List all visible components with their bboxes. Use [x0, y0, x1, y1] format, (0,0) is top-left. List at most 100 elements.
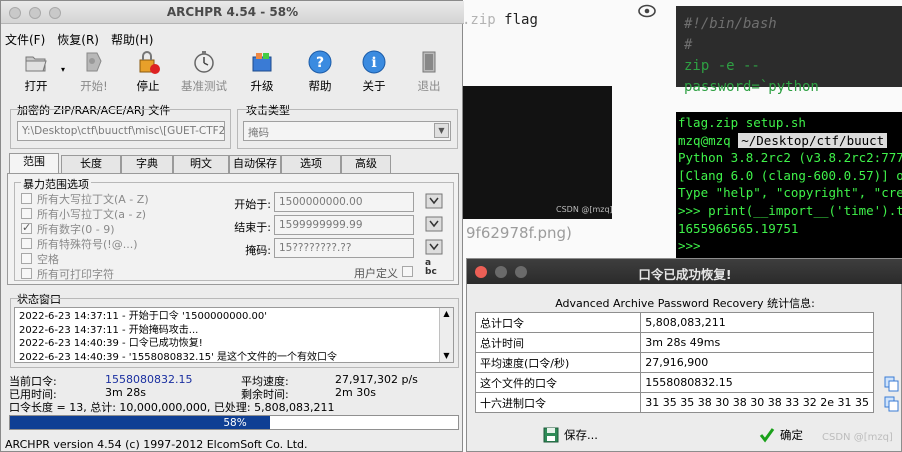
attack-type-select[interactable]: 掩码: [243, 121, 451, 141]
status-log[interactable]: 2022-6-23 14:37:11 - 开始于口令 '1500000000.0…: [14, 307, 454, 363]
tab-length[interactable]: 长度: [61, 155, 121, 173]
log-scrollbar[interactable]: ▲ ▼: [439, 308, 453, 362]
benchmark-icon: [194, 51, 214, 73]
charset-printable[interactable]: 所有可打印字符: [21, 266, 149, 281]
end-picker-icon[interactable]: [425, 216, 443, 232]
version-footer: ARCHPR version 4.54 (c) 1997-2012 ElcomS…: [5, 438, 308, 451]
user-defined-label: 用户定义: [354, 267, 398, 280]
svg-text:i: i: [371, 55, 376, 71]
chevron-down-icon[interactable]: ▼: [434, 123, 449, 138]
statistics-table: 总计口令 5,808,083,211 总计时间 3m 28s 49ms 平均速度(口…: [474, 312, 874, 413]
dialog-titlebar[interactable]: 口令已成功恢复!: [467, 259, 902, 284]
terminal-line: >>> print(__import__('time').t: [678, 202, 902, 218]
stat-value: 3m 28s 49ms: [640, 332, 874, 353]
menubar: 文件(F) 恢复(R) 帮助(H): [5, 31, 165, 48]
benchmark-button[interactable]: 基准测试: [179, 49, 229, 94]
tab-plaintext[interactable]: 明文: [173, 155, 229, 173]
terminal-prompt-line: mzq@mzq ~/Desktop/ctf/buuct: [678, 132, 900, 150]
table-row: 平均速度(口令/秒) 27,916,900: [474, 352, 874, 373]
help-button[interactable]: ? 帮助: [295, 49, 345, 94]
archpr-window: ARCHPR 4.54 - 58% 文件(F) 恢复(R) 帮助(H) 打开 ▾ 开…: [0, 0, 464, 452]
stat-value[interactable]: 1558080832.15: [640, 372, 874, 393]
upgrade-icon: [252, 53, 272, 72]
open-dropdown-arrow-icon[interactable]: ▾: [61, 65, 65, 74]
tab-range[interactable]: 范围: [9, 153, 59, 174]
charset-abc-icon[interactable]: a bc: [425, 259, 437, 277]
menu-help[interactable]: 帮助(H): [111, 33, 153, 47]
stop-button[interactable]: 停止: [123, 49, 173, 94]
save-button[interactable]: 保存...: [543, 427, 598, 443]
end-at-input[interactable]: 1599999999.99: [274, 215, 414, 235]
charset-special[interactable]: 所有特殊符号(!@...): [21, 236, 149, 251]
charset-space[interactable]: 空格: [21, 251, 149, 266]
about-button[interactable]: i 关于: [349, 49, 399, 94]
terminal-line: flag.zip setup.sh: [678, 115, 806, 130]
start-icon: [86, 52, 102, 72]
progress-bar: 58%: [9, 415, 459, 430]
start-button[interactable]: 开始!: [69, 49, 119, 94]
mask-picker-icon[interactable]: [425, 239, 443, 255]
bash-script-block: #!/bin/bash # zip -e --password=`python: [676, 6, 902, 95]
current-password-value: 1558080832.15: [105, 373, 193, 386]
exit-button[interactable]: 退出: [404, 49, 454, 94]
copy-hex-icon[interactable]: [884, 396, 900, 412]
charset-list: 所有大写拉丁文(A - Z) 所有小写拉丁文(a - z) 所有数字(0 - 9…: [21, 191, 149, 281]
charset-uppercase[interactable]: 所有大写拉丁文(A - Z): [21, 191, 149, 206]
checkbox-printable[interactable]: [21, 268, 32, 279]
start-from-input[interactable]: 1500000000.00: [274, 192, 414, 212]
mask-label: 掩码:: [245, 244, 271, 257]
checkbox-digits[interactable]: [21, 221, 32, 234]
shebang-line: #!/bin/bash: [684, 16, 777, 32]
stat-value[interactable]: 31 35 35 38 30 38 30 38 33 32 2e 31 35: [640, 392, 874, 413]
charset-lowercase[interactable]: 所有小写拉丁文(a - z): [21, 206, 149, 221]
user-defined-checkbox[interactable]: [402, 266, 413, 277]
background-watermark: CSDN @[mzq]: [556, 205, 613, 214]
table-row: 十六进制口令 31 35 35 38 30 38 30 38 33 32 2e 3…: [474, 392, 874, 413]
eye-icon[interactable]: [637, 4, 657, 18]
mask-input[interactable]: 15????????.??: [274, 238, 414, 258]
help-icon: ?: [308, 50, 332, 74]
window-titlebar[interactable]: ARCHPR 4.54 - 58%: [1, 1, 464, 24]
tab-dictionary[interactable]: 字典: [121, 155, 173, 173]
checkbox-uppercase[interactable]: [21, 193, 32, 204]
dialog-heading: Advanced Archive Password Recovery 统计信息:: [555, 297, 815, 310]
charset-digits[interactable]: 所有数字(0 - 9): [21, 221, 149, 236]
tab-autosave[interactable]: 自动保存: [229, 155, 281, 173]
checkbox-space[interactable]: [21, 253, 32, 264]
open-button[interactable]: 打开: [11, 49, 61, 94]
stat-value: 27,916,900: [640, 352, 874, 373]
dialog-title: 口令已成功恢复!: [638, 267, 732, 282]
open-icon: [25, 56, 47, 72]
menu-recovery[interactable]: 恢复(R): [57, 33, 99, 47]
checkbox-lowercase[interactable]: [21, 208, 32, 219]
ok-button[interactable]: 确定: [759, 427, 803, 443]
checkmark-icon: [759, 428, 775, 443]
copy-password-icon[interactable]: [884, 376, 900, 392]
terminal-output: flag.zip setup.sh mzq@mzq ~/Desktop/ctf/…: [676, 112, 902, 258]
terminal-line: >>>: [678, 238, 701, 254]
log-line: 2022-6-23 14:37:11 - 开始掩码攻击...: [19, 324, 199, 336]
scroll-up-icon[interactable]: ▲: [440, 308, 453, 320]
floppy-disk-icon: [543, 427, 559, 443]
background-code-snippet: .zip flag: [462, 12, 538, 28]
file-path-field[interactable]: Y:\Desktop\ctf\buuctf\misc\[GUET-CTF20: [17, 121, 225, 141]
stat-label: 总计口令: [474, 312, 642, 333]
start-from-label: 开始于:: [234, 198, 271, 211]
about-icon: i: [362, 50, 386, 74]
progress-percent: 58%: [223, 417, 247, 429]
stat-label: 十六进制口令: [474, 392, 642, 413]
terminal-line: 1655966565.19751: [678, 220, 799, 236]
window-title: ARCHPR 4.54 - 58%: [166, 5, 299, 19]
start-picker-icon[interactable]: [425, 193, 443, 209]
scroll-down-icon[interactable]: ▼: [440, 350, 453, 362]
menu-file[interactable]: 文件(F): [5, 33, 45, 47]
table-row: 总计口令 5,808,083,211: [474, 312, 874, 333]
log-line: 2022-6-23 14:40:39 - 口令已成功恢复!: [19, 338, 203, 349]
upgrade-button[interactable]: 升级: [237, 49, 287, 94]
tab-advanced[interactable]: 高级: [341, 155, 391, 173]
stat-label: 总计时间: [474, 332, 642, 353]
checkbox-special[interactable]: [21, 238, 32, 249]
log-line: 2022-6-23 14:37:11 - 开始于口令 '1500000000.0…: [19, 311, 268, 322]
zip-command-line: zip -e --password=`python: [684, 58, 819, 95]
tab-options[interactable]: 选项: [281, 155, 341, 173]
